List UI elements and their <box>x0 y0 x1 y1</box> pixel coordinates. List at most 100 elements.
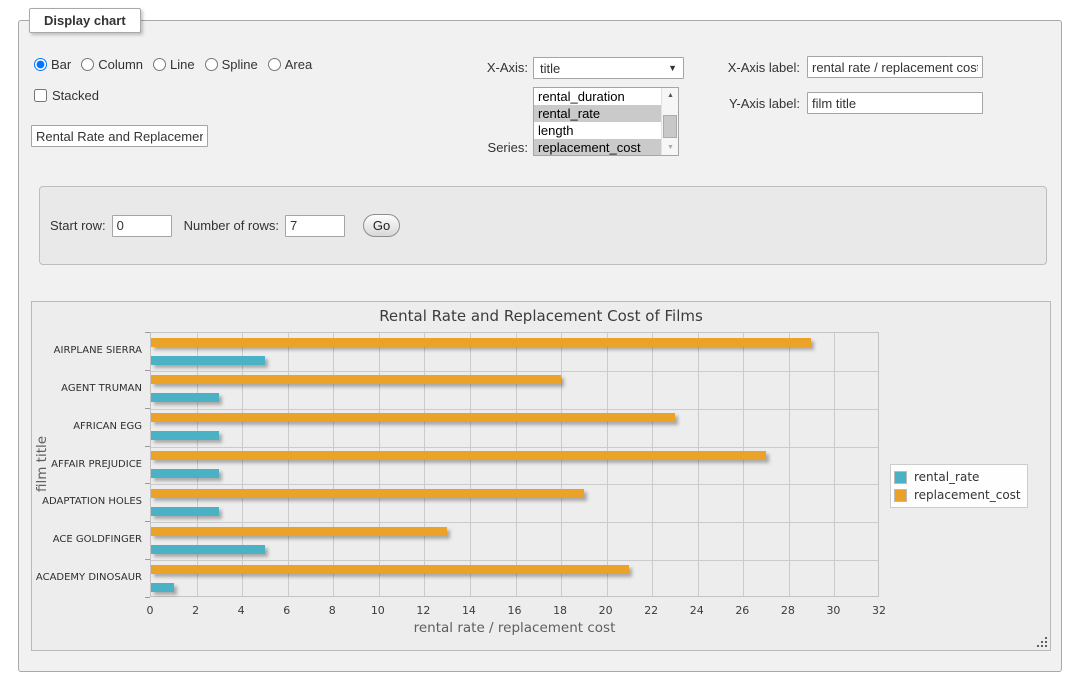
chart-type-label: Column <box>98 57 143 72</box>
yaxis-label-input[interactable] <box>807 92 983 114</box>
xaxis-select-label: X-Axis: <box>399 60 528 75</box>
bar-rental_rate-adaptation-holes <box>151 507 219 516</box>
gridline <box>197 333 198 596</box>
gridline <box>743 333 744 596</box>
chart-container: Rental Rate and Replacement Cost of Film… <box>31 301 1051 651</box>
gridline <box>698 333 699 596</box>
y-axis-tick <box>145 446 150 447</box>
series-listbox[interactable]: rental_durationrental_ratelengthreplacem… <box>533 87 679 156</box>
x-tick-label: 16 <box>500 604 530 617</box>
chart-type-radios: Bar Column Line Spline Area <box>34 57 312 72</box>
series-option-rental_duration[interactable]: rental_duration <box>534 88 661 105</box>
gridline <box>424 333 425 596</box>
xaxis-selected-value: title <box>540 61 560 76</box>
x-tick-label: 32 <box>864 604 894 617</box>
bar-rental_rate-academy-dinosaur <box>151 583 174 592</box>
start-row-input[interactable] <box>112 215 172 237</box>
chart-type-label: Line <box>170 57 195 72</box>
xaxis-select[interactable]: title ▼ <box>533 57 684 79</box>
chart-type-option-spline[interactable]: Spline <box>205 57 258 72</box>
chart-type-radio-line[interactable] <box>153 58 166 71</box>
xaxis-label-label: X-Axis label: <box>671 60 800 75</box>
num-rows-label: Number of rows: <box>184 218 279 233</box>
x-tick-label: 26 <box>727 604 757 617</box>
gridline <box>516 333 517 596</box>
gridline <box>652 333 653 596</box>
stacked-option[interactable]: Stacked <box>34 88 99 103</box>
x-tick-label: 24 <box>682 604 712 617</box>
y-axis-tick <box>145 521 150 522</box>
series-options: rental_durationrental_ratelengthreplacem… <box>534 88 678 156</box>
x-axis-title: rental rate / replacement cost <box>150 620 879 636</box>
xaxis-label-input[interactable] <box>807 56 983 78</box>
row-controls-panel: Start row: Number of rows: Go <box>39 186 1047 265</box>
gridline <box>242 333 243 596</box>
gridline <box>834 333 835 596</box>
scrollbar-thumb[interactable] <box>663 115 677 138</box>
series-option-replacement_cost[interactable]: replacement_cost <box>534 139 661 156</box>
gridline <box>151 447 878 448</box>
chart-title-input[interactable] <box>31 125 208 147</box>
x-tick-label: 10 <box>363 604 393 617</box>
chart-type-label: Spline <box>222 57 258 72</box>
chart-type-label: Bar <box>51 57 71 72</box>
y-axis-title: film title <box>34 404 50 524</box>
bar-rental_rate-african-egg <box>151 431 219 440</box>
x-tick-label: 20 <box>591 604 621 617</box>
x-tick-label: 2 <box>181 604 211 617</box>
bar-rental_rate-affair-prejudice <box>151 469 219 478</box>
series-option-length[interactable]: length <box>534 122 661 139</box>
gridline <box>789 333 790 596</box>
chart-type-radio-column[interactable] <box>81 58 94 71</box>
gridline <box>151 560 878 561</box>
num-rows-input[interactable] <box>285 215 345 237</box>
plot-area <box>150 332 879 597</box>
resize-handle-icon[interactable] <box>1036 636 1048 648</box>
gridline <box>561 333 562 596</box>
y-axis-tick <box>145 597 150 598</box>
gridline <box>607 333 608 596</box>
bar-rental_rate-agent-truman <box>151 393 219 402</box>
chart-type-option-bar[interactable]: Bar <box>34 57 71 72</box>
x-tick-label: 14 <box>454 604 484 617</box>
chart-type-option-column[interactable]: Column <box>81 57 143 72</box>
series-option-rental_rate[interactable]: rental_rate <box>534 105 661 122</box>
x-tick-label: 12 <box>408 604 438 617</box>
yaxis-label-label: Y-Axis label: <box>671 96 800 111</box>
bar-rental_rate-ace-goldfinger <box>151 545 265 554</box>
stacked-checkbox[interactable] <box>34 89 47 102</box>
chart-type-radio-bar[interactable] <box>34 58 47 71</box>
x-tick-label: 6 <box>272 604 302 617</box>
stacked-label: Stacked <box>52 88 99 103</box>
start-row-label: Start row: <box>50 218 106 233</box>
x-tick-label: 22 <box>636 604 666 617</box>
category-label-ace-goldfinger: ACE GOLDFINGER <box>32 534 142 545</box>
bar-replacement_cost-airplane-sierra <box>151 338 811 347</box>
y-axis-tick <box>145 408 150 409</box>
gridline <box>151 371 878 372</box>
chart-type-radio-area[interactable] <box>268 58 281 71</box>
chart-title: Rental Rate and Replacement Cost of Film… <box>32 307 1050 325</box>
chart-type-option-line[interactable]: Line <box>153 57 195 72</box>
gridline <box>151 484 878 485</box>
fieldset-legend: Display chart <box>29 8 141 33</box>
gridline <box>333 333 334 596</box>
gridline <box>151 409 878 410</box>
y-axis-tick <box>145 559 150 560</box>
scroll-down-icon[interactable]: ▼ <box>662 140 679 155</box>
legend-swatch-rental_rate <box>894 471 907 484</box>
x-tick-label: 0 <box>135 604 165 617</box>
x-tick-label: 18 <box>545 604 575 617</box>
go-button[interactable]: Go <box>363 214 400 237</box>
chart-type-radio-spline[interactable] <box>205 58 218 71</box>
chart-type-option-area[interactable]: Area <box>268 57 312 72</box>
bar-replacement_cost-ace-goldfinger <box>151 527 447 536</box>
legend-label: rental_rate <box>914 470 979 484</box>
x-tick-label: 28 <box>773 604 803 617</box>
series-label: Series: <box>399 140 528 155</box>
legend-label: replacement_cost <box>914 488 1021 502</box>
y-axis-tick <box>145 332 150 333</box>
x-tick-label: 8 <box>317 604 347 617</box>
gridline <box>288 333 289 596</box>
x-tick-label: 4 <box>226 604 256 617</box>
